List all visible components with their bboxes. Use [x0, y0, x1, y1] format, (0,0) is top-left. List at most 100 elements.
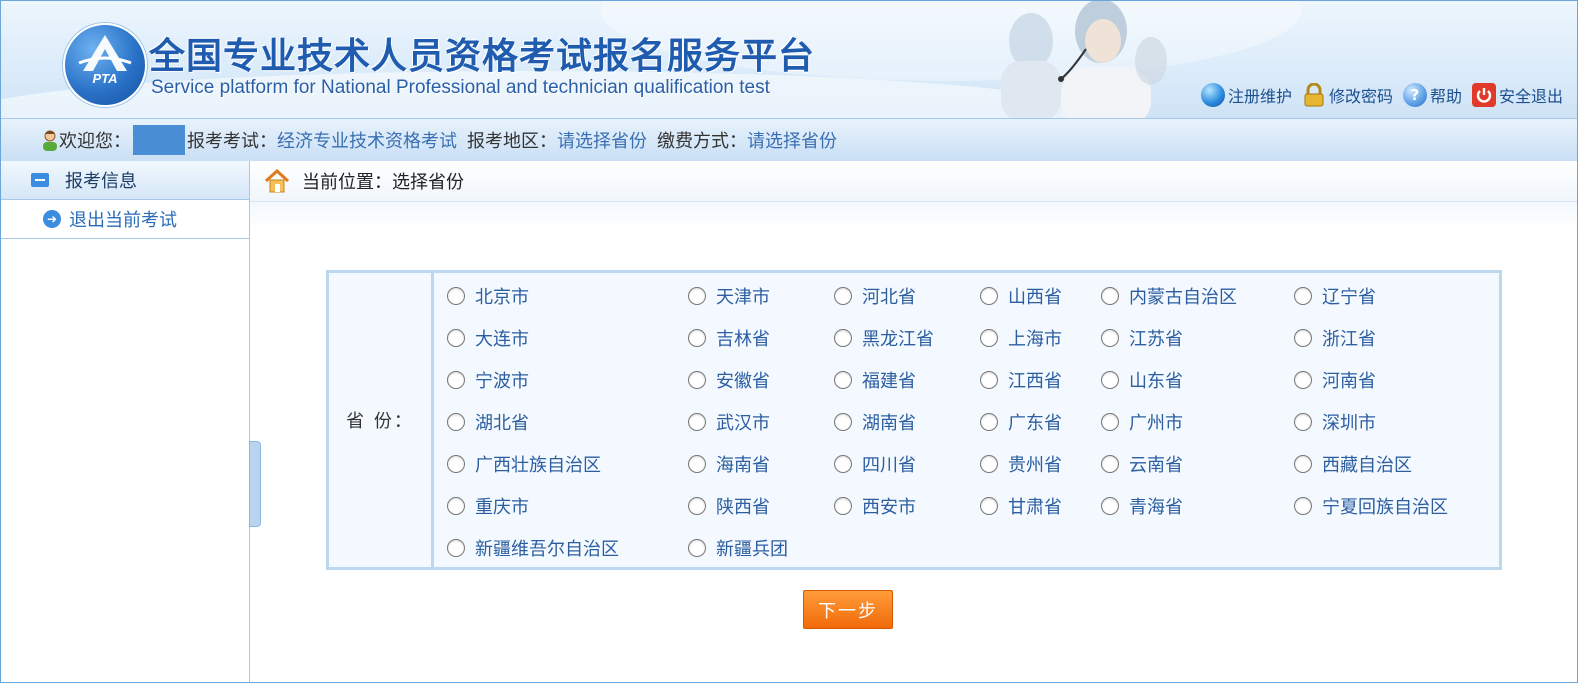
province-option[interactable]: 黑龙江省 [834, 325, 934, 351]
radio-button[interactable] [447, 287, 465, 305]
radio-button[interactable] [980, 371, 998, 389]
province-option-label: 广州市 [1129, 413, 1183, 434]
province-option[interactable]: 武汉市 [688, 409, 770, 435]
radio-button[interactable] [447, 497, 465, 515]
radio-button[interactable] [1101, 329, 1119, 347]
radio-button[interactable] [980, 497, 998, 515]
radio-button[interactable] [1294, 371, 1312, 389]
province-option[interactable]: 吉林省 [688, 325, 770, 351]
register-maintenance-link[interactable]: 注册维护 [1200, 83, 1292, 107]
province-option[interactable]: 西安市 [834, 493, 916, 519]
province-option[interactable]: 浙江省 [1294, 325, 1376, 351]
province-option[interactable]: 四川省 [834, 451, 916, 477]
radio-button[interactable] [688, 455, 706, 473]
radio-button[interactable] [447, 539, 465, 557]
top-links: 注册维护 修改密码 ? 帮助 安全退出 [1200, 83, 1563, 107]
province-option[interactable]: 上海市 [980, 325, 1062, 351]
radio-button[interactable] [688, 371, 706, 389]
province-option[interactable]: 辽宁省 [1294, 283, 1376, 309]
province-option[interactable]: 深圳市 [1294, 409, 1376, 435]
sidebar-item-exit-exam[interactable]: ➜ 退出当前考试 [1, 200, 249, 239]
radio-button[interactable] [1101, 455, 1119, 473]
radio-button[interactable] [447, 329, 465, 347]
province-option[interactable]: 山东省 [1101, 367, 1183, 393]
radio-button[interactable] [447, 455, 465, 473]
province-option[interactable]: 安徽省 [688, 367, 770, 393]
province-option-label: 甘肃省 [1008, 497, 1062, 518]
province-option[interactable]: 北京市 [447, 283, 529, 309]
radio-button[interactable] [1294, 497, 1312, 515]
province-option[interactable]: 广西壮族自治区 [447, 451, 601, 477]
radio-button[interactable] [980, 287, 998, 305]
province-option[interactable]: 内蒙古自治区 [1101, 283, 1237, 309]
province-option-label: 山西省 [1008, 287, 1062, 308]
province-option[interactable]: 西藏自治区 [1294, 451, 1412, 477]
province-option[interactable]: 河南省 [1294, 367, 1376, 393]
radio-button[interactable] [980, 413, 998, 431]
radio-button[interactable] [834, 371, 852, 389]
province-option-label: 宁夏回族自治区 [1322, 497, 1448, 518]
change-password-link[interactable]: 修改密码 [1302, 83, 1393, 107]
province-option[interactable]: 江苏省 [1101, 325, 1183, 351]
province-option[interactable]: 海南省 [688, 451, 770, 477]
province-option[interactable]: 天津市 [688, 283, 770, 309]
province-option[interactable]: 甘肃省 [980, 493, 1062, 519]
province-option[interactable]: 大连市 [447, 325, 529, 351]
radio-button[interactable] [980, 329, 998, 347]
radio-button[interactable] [1101, 497, 1119, 515]
radio-button[interactable] [834, 413, 852, 431]
help-link[interactable]: ? 帮助 [1402, 83, 1462, 107]
province-option[interactable]: 广东省 [980, 409, 1062, 435]
next-step-button[interactable]: 下一步 [803, 590, 893, 629]
radio-button[interactable] [1294, 287, 1312, 305]
logout-link[interactable]: 安全退出 [1471, 83, 1563, 107]
radio-button[interactable] [834, 455, 852, 473]
sidebar-header[interactable]: 报考信息 [1, 161, 249, 200]
radio-button[interactable] [688, 497, 706, 515]
province-option[interactable]: 广州市 [1101, 409, 1183, 435]
radio-button[interactable] [1101, 287, 1119, 305]
province-option-label: 西安市 [862, 497, 916, 518]
province-option-label: 武汉市 [716, 413, 770, 434]
radio-button[interactable] [834, 497, 852, 515]
radio-button[interactable] [1101, 413, 1119, 431]
radio-button[interactable] [447, 371, 465, 389]
province-option[interactable]: 福建省 [834, 367, 916, 393]
province-option-label: 宁波市 [475, 371, 529, 392]
province-option[interactable]: 新疆维吾尔自治区 [447, 535, 619, 561]
province-option[interactable]: 宁波市 [447, 367, 529, 393]
province-option[interactable]: 山西省 [980, 283, 1062, 309]
exam-label: 报考考试： [187, 131, 277, 152]
province-option[interactable]: 贵州省 [980, 451, 1062, 477]
province-option-label: 北京市 [475, 287, 529, 308]
radio-button[interactable] [1294, 329, 1312, 347]
arrow-right-circle-icon: ➜ [43, 210, 61, 228]
radio-button[interactable] [688, 539, 706, 557]
province-option-label: 天津市 [716, 287, 770, 308]
radio-button[interactable] [688, 413, 706, 431]
radio-button[interactable] [447, 413, 465, 431]
radio-button[interactable] [1294, 413, 1312, 431]
home-icon [264, 169, 290, 193]
province-option[interactable]: 陕西省 [688, 493, 770, 519]
province-option-label: 福建省 [862, 371, 916, 392]
province-option[interactable]: 湖南省 [834, 409, 916, 435]
radio-button[interactable] [1101, 371, 1119, 389]
province-option[interactable]: 青海省 [1101, 493, 1183, 519]
sidebar-collapse-handle[interactable] [249, 441, 261, 527]
radio-button[interactable] [688, 329, 706, 347]
province-option[interactable]: 宁夏回族自治区 [1294, 493, 1448, 519]
radio-button[interactable] [834, 329, 852, 347]
province-option[interactable]: 新疆兵团 [688, 535, 788, 561]
province-option[interactable]: 云南省 [1101, 451, 1183, 477]
user-icon [43, 130, 57, 151]
province-option[interactable]: 重庆市 [447, 493, 529, 519]
province-option[interactable]: 湖北省 [447, 409, 529, 435]
province-option[interactable]: 江西省 [980, 367, 1062, 393]
radio-button[interactable] [834, 287, 852, 305]
site-title: 全国专业技术人员资格考试报名服务平台 [149, 36, 816, 77]
province-option[interactable]: 河北省 [834, 283, 916, 309]
radio-button[interactable] [688, 287, 706, 305]
radio-button[interactable] [980, 455, 998, 473]
radio-button[interactable] [1294, 455, 1312, 473]
